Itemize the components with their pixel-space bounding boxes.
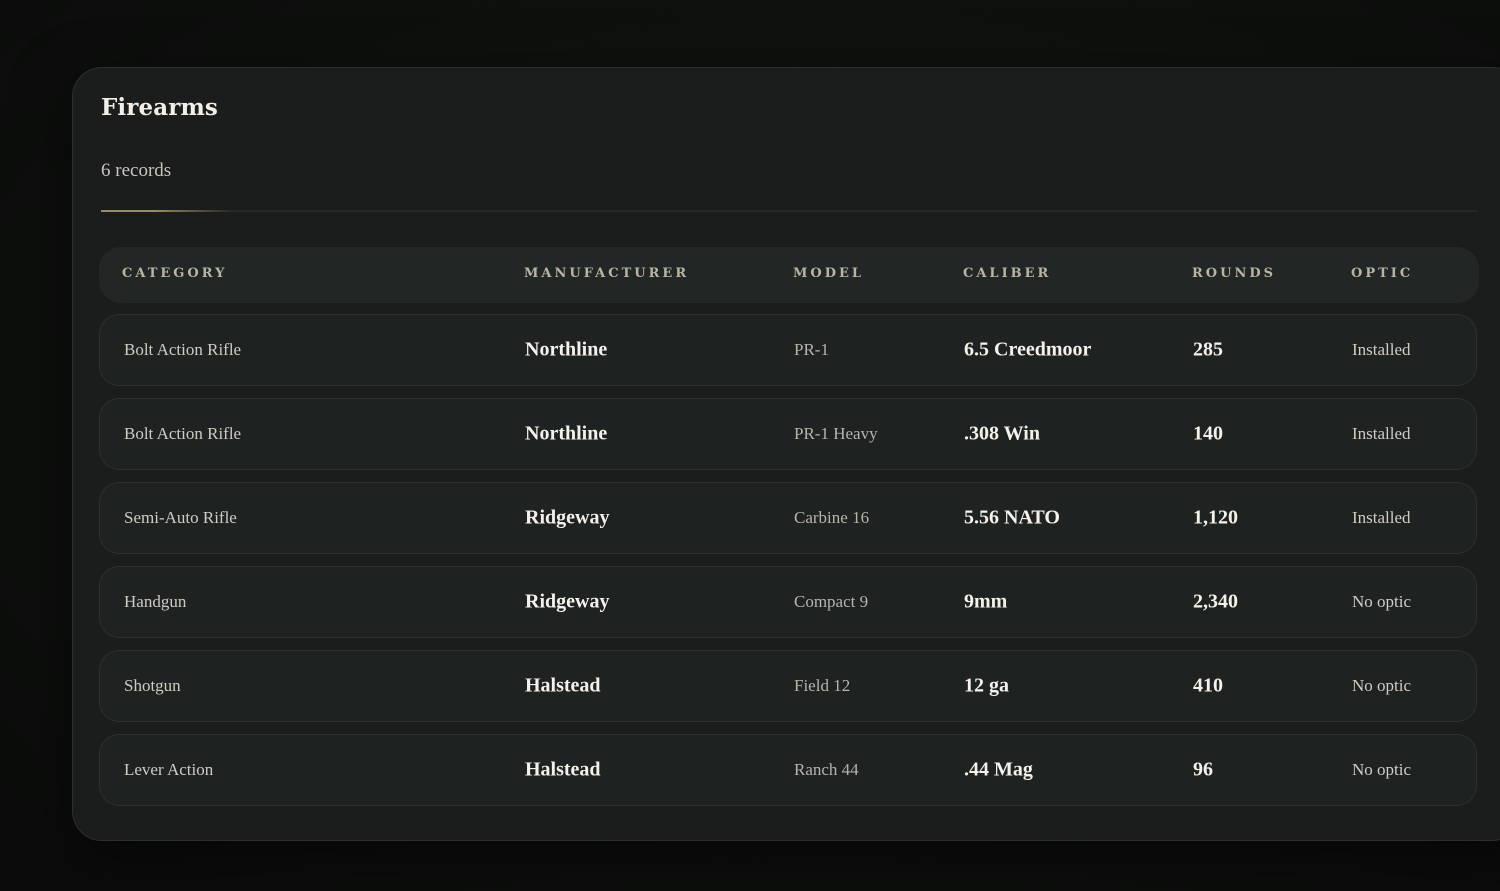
cell-caliber: .44 Mag bbox=[964, 758, 1033, 781]
cell-optic: No optic bbox=[1352, 676, 1412, 695]
cell-manufacturer: Ridgeway bbox=[525, 590, 610, 613]
cell-model: Compact 9 bbox=[794, 592, 869, 611]
divider-accent bbox=[101, 210, 231, 212]
column-header-caliber[interactable]: CALIBER bbox=[963, 266, 1051, 281]
cell-optic: Installed bbox=[1352, 340, 1411, 359]
column-header-model[interactable]: MODEL bbox=[793, 266, 864, 281]
cell-category: Lever Action bbox=[124, 760, 214, 779]
cell-rounds: 96 bbox=[1193, 758, 1213, 781]
column-header-optic[interactable]: OPTIC bbox=[1351, 266, 1413, 281]
cell-model: PR-1 Heavy bbox=[794, 424, 878, 443]
column-header-rounds[interactable]: ROUNDS bbox=[1192, 266, 1276, 281]
table-row[interactable]: Shotgun Halstead Field 12 12 ga 410 No o… bbox=[99, 650, 1477, 722]
cell-optic: Installed bbox=[1352, 424, 1411, 443]
cell-category: Semi-Auto Rifle bbox=[124, 508, 237, 527]
cell-rounds: 410 bbox=[1193, 674, 1223, 697]
table-row[interactable]: Lever Action Halstead Ranch 44 .44 Mag 9… bbox=[99, 734, 1477, 806]
cell-caliber: 12 ga bbox=[964, 674, 1009, 697]
cell-model: PR-1 bbox=[794, 340, 829, 359]
panel-title: Firearms bbox=[101, 94, 218, 121]
cell-optic: No optic bbox=[1352, 760, 1412, 779]
cell-caliber: 9mm bbox=[964, 590, 1008, 613]
table-row[interactable]: Bolt Action Rifle Northline PR-1 6.5 Cre… bbox=[99, 314, 1477, 386]
cell-optic: No optic bbox=[1352, 592, 1412, 611]
cell-model: Ranch 44 bbox=[794, 760, 859, 779]
table-header: CATEGORY MANUFACTURER MODEL CALIBER ROUN… bbox=[99, 247, 1479, 303]
cell-manufacturer: Northline bbox=[525, 338, 608, 361]
cell-category: Bolt Action Rifle bbox=[124, 340, 242, 359]
table-row[interactable]: Semi-Auto Rifle Ridgeway Carbine 16 5.56… bbox=[99, 482, 1477, 554]
record-count: 6 records bbox=[101, 160, 172, 181]
column-header-category[interactable]: CATEGORY bbox=[122, 266, 227, 281]
cell-manufacturer: Halstead bbox=[525, 758, 601, 781]
cell-model: Carbine 16 bbox=[794, 508, 870, 527]
cell-caliber: .308 Win bbox=[964, 422, 1040, 445]
firearms-panel: Firearms 6 records CATEGORY MANUFACTURER… bbox=[72, 67, 1500, 841]
cell-rounds: 2,340 bbox=[1193, 590, 1238, 613]
table-row[interactable]: Bolt Action Rifle Northline PR-1 Heavy .… bbox=[99, 398, 1477, 470]
divider bbox=[101, 210, 1477, 212]
cell-manufacturer: Northline bbox=[525, 422, 608, 445]
cell-caliber: 5.56 NATO bbox=[964, 506, 1060, 529]
cell-category: Handgun bbox=[124, 592, 187, 611]
cell-rounds: 140 bbox=[1193, 422, 1223, 445]
cell-rounds: 1,120 bbox=[1193, 506, 1238, 529]
cell-manufacturer: Ridgeway bbox=[525, 506, 610, 529]
cell-caliber: 6.5 Creedmoor bbox=[964, 338, 1092, 361]
cell-optic: Installed bbox=[1352, 508, 1411, 527]
cell-category: Shotgun bbox=[124, 676, 181, 695]
cell-manufacturer: Halstead bbox=[525, 674, 601, 697]
table-row[interactable]: Handgun Ridgeway Compact 9 9mm 2,340 No … bbox=[99, 566, 1477, 638]
cell-model: Field 12 bbox=[794, 676, 851, 695]
column-header-manufacturer[interactable]: MANUFACTURER bbox=[524, 266, 689, 281]
cell-category: Bolt Action Rifle bbox=[124, 424, 242, 443]
cell-rounds: 285 bbox=[1193, 338, 1223, 361]
